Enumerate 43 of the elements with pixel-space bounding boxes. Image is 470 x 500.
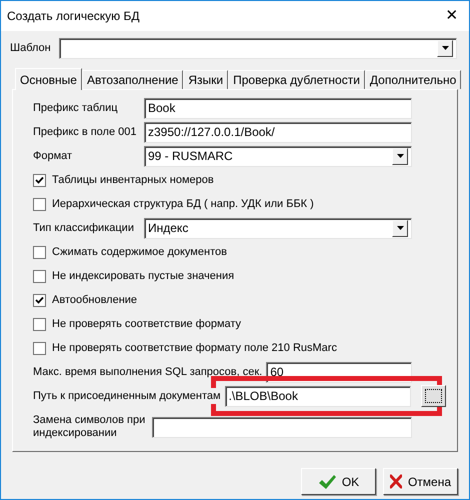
tab[interactable]: Основные — [15, 68, 82, 90]
field-label: Префикс в поле 001 — [33, 124, 138, 140]
ok-button[interactable]: OK — [301, 468, 376, 495]
dropdown-arrow-icon — [396, 226, 404, 230]
input-field[interactable]: z3950://127.0.0.1/Book/ — [144, 122, 412, 142]
checkbox[interactable] — [33, 342, 46, 354]
close-button[interactable]: ✕ — [435, 1, 469, 31]
input-field[interactable]: Book — [144, 98, 412, 118]
checkmark-icon — [318, 474, 336, 490]
checkbox[interactable] — [33, 294, 46, 306]
select-field[interactable]: Индекс — [144, 218, 412, 238]
tab[interactable]: Дополнительно — [364, 70, 462, 89]
checkbox[interactable] — [33, 198, 46, 210]
browse-button[interactable] — [421, 385, 446, 407]
cross-icon — [390, 474, 402, 489]
field-label: Шаблон — [10, 40, 51, 56]
checkbox-label: Не проверять соответствие формату поле 210 RusMarc — [52, 340, 337, 356]
input-field[interactable] — [152, 416, 412, 438]
checkbox[interactable] — [33, 246, 46, 258]
checkbox-label: Иерархическая структура БД ( напр. УДК или ББК ) — [52, 196, 314, 212]
checkbox-label: Автообновление — [52, 292, 138, 308]
cancel-button[interactable]: Отмена — [383, 468, 458, 495]
field-label: Макс. время выполнения SQL запросов, сек. — [33, 364, 264, 380]
checkbox[interactable] — [33, 174, 46, 186]
field-label: Тип классификации — [33, 220, 135, 236]
dropdown-arrow-icon — [396, 154, 404, 158]
checkbox-label: Таблицы инвентарных номеров — [52, 172, 214, 188]
template-dropdown[interactable] — [58, 38, 457, 58]
window-title: Создать логическую БД — [7, 8, 140, 25]
field-label: Замена символов при индексировании — [33, 414, 146, 440]
tab[interactable]: Языки — [183, 70, 228, 89]
checkbox[interactable] — [33, 270, 46, 282]
input-field[interactable]: .\BLOB\Book — [224, 386, 411, 406]
checkbox-label: Сжимать содержимое документов — [52, 244, 227, 260]
field-label: Префикс таблиц — [33, 100, 119, 116]
tab[interactable]: Проверка дублетности — [228, 70, 365, 89]
checkbox-label: Не индексировать пустые значения — [52, 268, 234, 284]
tab[interactable]: Автозаполнение — [82, 70, 184, 89]
checkbox-label: Не проверять соответствие формату — [52, 316, 242, 332]
checkbox[interactable] — [33, 318, 46, 330]
dropdown-arrow-icon — [442, 46, 448, 50]
select-field[interactable]: 99 - RUSMARC — [144, 146, 412, 166]
field-label: Формат — [33, 148, 74, 164]
